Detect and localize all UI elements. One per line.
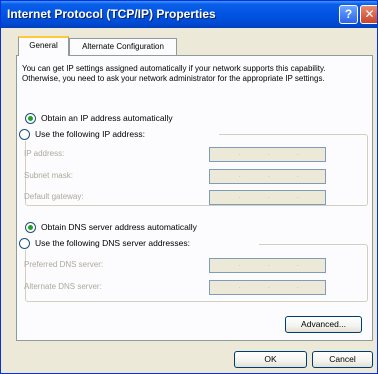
radio-label: Use the following DNS server addresses: xyxy=(35,238,190,248)
octet-separator: . xyxy=(297,151,299,157)
radio-button-icon[interactable] xyxy=(25,222,36,233)
ok-button[interactable]: OK xyxy=(234,351,307,368)
radio-button-icon[interactable] xyxy=(19,129,30,140)
radio-label: Use the following IP address: xyxy=(35,129,145,139)
octet-separator: . xyxy=(268,194,270,200)
close-button[interactable]: ✕ xyxy=(360,5,377,24)
cancel-button[interactable]: Cancel xyxy=(312,351,373,368)
radio-selected-dot xyxy=(28,116,33,121)
subnet-mask-input[interactable]: . . . xyxy=(209,169,326,184)
radio-obtain-dns-auto[interactable]: Obtain DNS server address automatically xyxy=(25,222,275,234)
octet-separator: . xyxy=(297,262,299,268)
radio-button-icon[interactable] xyxy=(25,113,36,124)
octet-separator: . xyxy=(297,284,299,290)
window-title: Internet Protocol (TCP/IP) Properties xyxy=(7,7,216,21)
radio-obtain-ip-auto[interactable]: Obtain an IP address automatically xyxy=(25,113,275,125)
radio-use-following-dns[interactable]: Use the following DNS server addresses: xyxy=(19,238,259,250)
radio-use-following-ip[interactable]: Use the following IP address: xyxy=(19,129,219,141)
advanced-button[interactable]: Advanced... xyxy=(285,316,362,333)
octet-separator: . xyxy=(239,151,241,157)
tcpip-properties-dialog: Internet Protocol (TCP/IP) Properties ? … xyxy=(0,0,378,374)
octet-separator: . xyxy=(239,262,241,268)
octet-separator: . xyxy=(268,151,270,157)
tab-alternate-configuration[interactable]: Alternate Configuration xyxy=(69,38,177,56)
default-gateway-label: Default gateway: xyxy=(24,192,84,201)
radio-selected-dot xyxy=(28,225,33,230)
tab-general[interactable]: General xyxy=(18,36,69,56)
octet-separator: . xyxy=(268,284,270,290)
radio-label: Obtain DNS server address automatically xyxy=(41,222,197,232)
preferred-dns-label: Preferred DNS server: xyxy=(24,260,104,269)
octet-separator: . xyxy=(268,262,270,268)
octet-separator: . xyxy=(297,194,299,200)
radio-button-icon[interactable] xyxy=(19,238,30,249)
title-bar[interactable]: Internet Protocol (TCP/IP) Properties ? … xyxy=(1,1,377,28)
octet-separator: . xyxy=(239,173,241,179)
preferred-dns-input[interactable]: . . . xyxy=(209,258,326,273)
description-text: You can get IP settings assigned automat… xyxy=(22,64,326,83)
octet-separator: . xyxy=(268,173,270,179)
octet-separator: . xyxy=(239,194,241,200)
default-gateway-input[interactable]: . . . xyxy=(209,190,326,205)
octet-separator: . xyxy=(239,284,241,290)
octet-separator: . xyxy=(297,173,299,179)
alternate-dns-label: Alternate DNS server: xyxy=(24,282,102,291)
help-button[interactable]: ? xyxy=(339,5,358,24)
ip-address-input[interactable]: . . . xyxy=(209,147,326,162)
alternate-dns-input[interactable]: . . . xyxy=(209,280,326,295)
ip-address-label: IP address: xyxy=(24,149,65,158)
radio-label: Obtain an IP address automatically xyxy=(41,113,173,123)
subnet-mask-label: Subnet mask: xyxy=(24,171,73,180)
